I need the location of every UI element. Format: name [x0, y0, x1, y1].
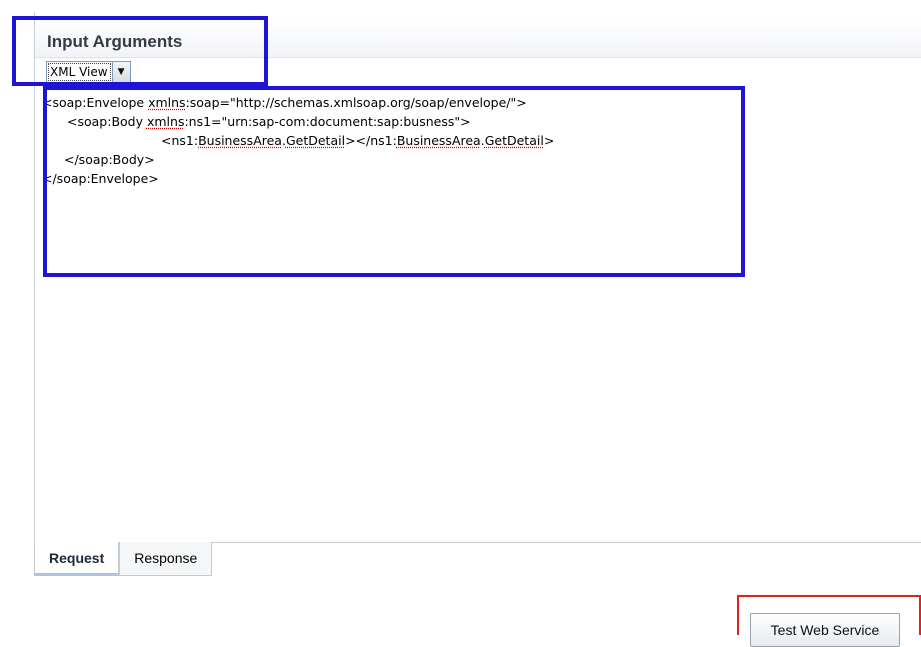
highlight-box-xml	[43, 86, 745, 277]
tab-response[interactable]: Response	[119, 542, 213, 576]
tab-request[interactable]: Request	[34, 542, 120, 576]
tab-bar: Request Response	[34, 542, 213, 578]
highlight-box-input-arguments	[12, 16, 268, 86]
test-web-service-button[interactable]: Test Web Service	[750, 613, 900, 647]
